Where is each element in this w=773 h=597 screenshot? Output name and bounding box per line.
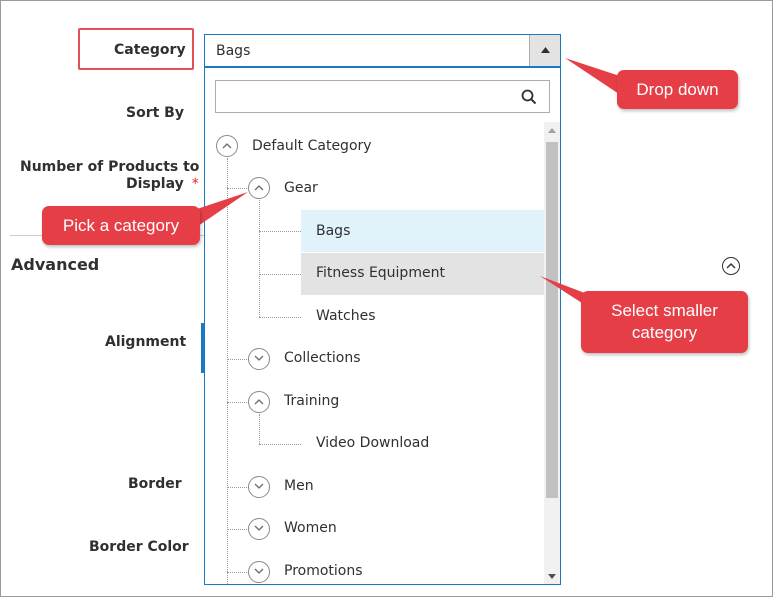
select-smaller-callout-line1: Select smaller (611, 301, 718, 320)
select-smaller-callout: Select smaller category (581, 291, 748, 353)
pick-category-callout: Pick a category (42, 206, 200, 245)
select-smaller-callout-line2: category (631, 323, 698, 342)
drop-down-callout: Drop down (617, 70, 738, 109)
